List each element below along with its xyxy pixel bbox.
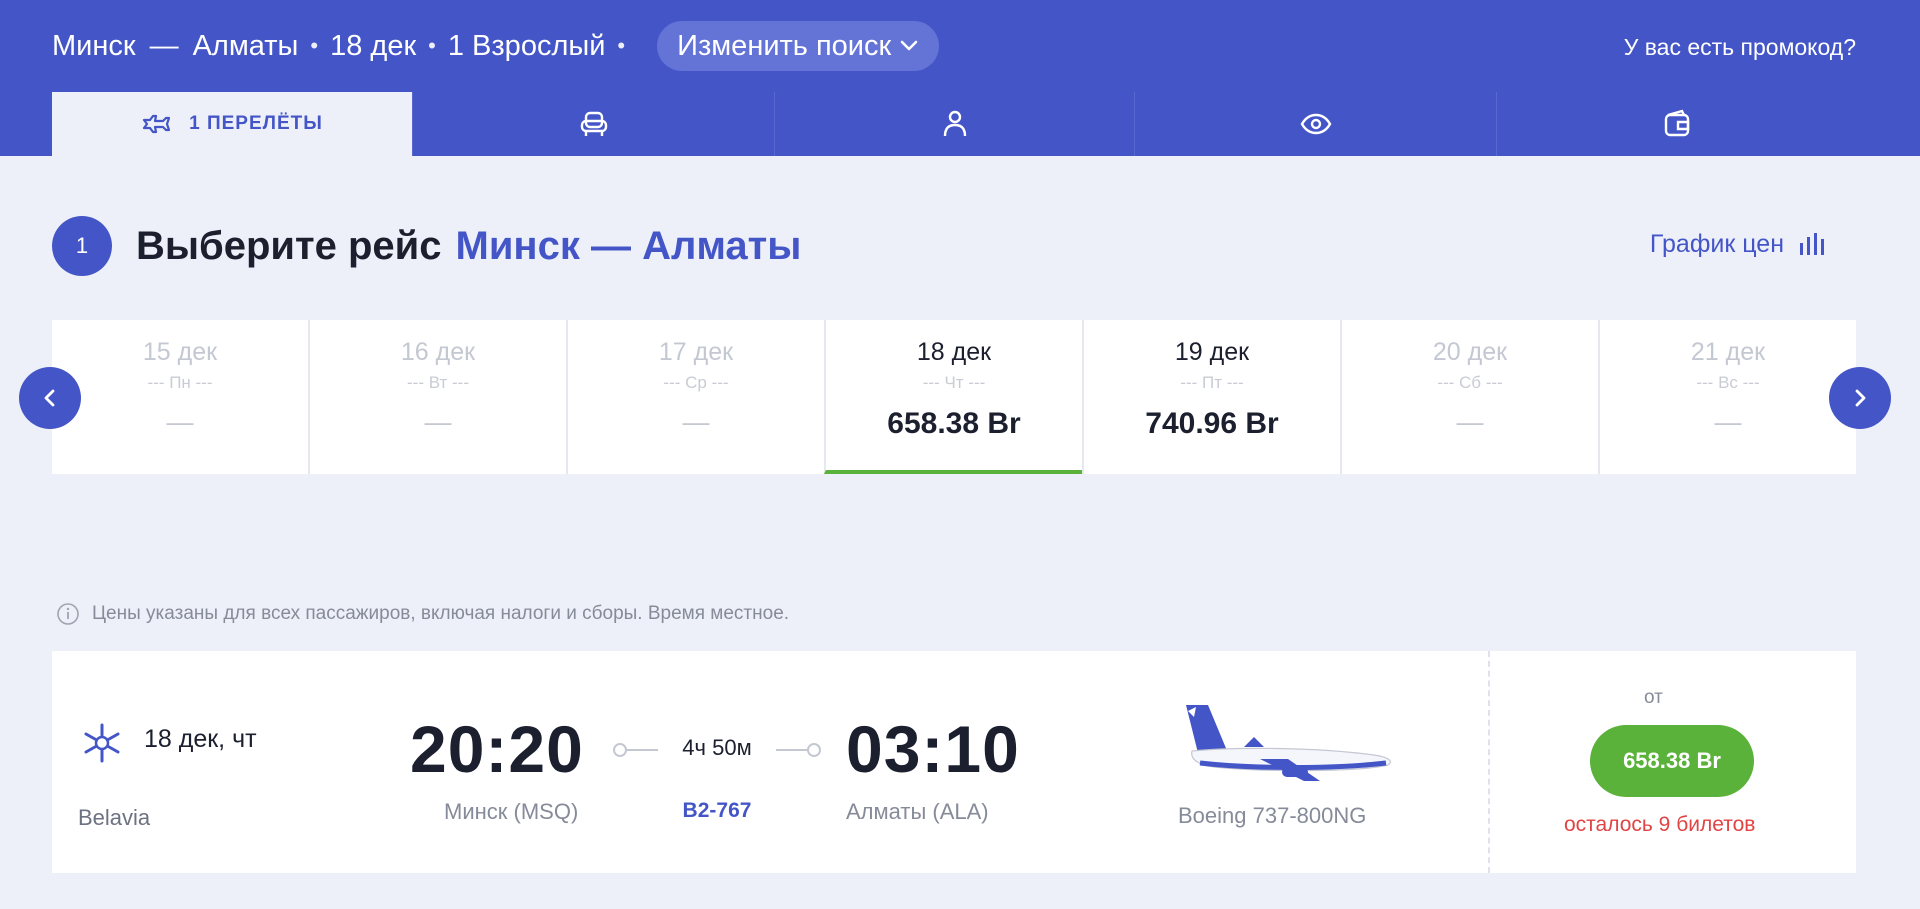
departure-time: 20:20 [410,712,584,786]
card-divider [1488,651,1490,873]
promo-code-link[interactable]: У вас есть промокод? [1624,34,1856,61]
weekday-label: --- Чт --- [922,373,986,392]
price-graph-label: График цен [1649,229,1784,258]
date-cell[interactable]: 19 дек --- Пт --- 740.96 Br [1082,320,1340,474]
date-price: — [424,407,452,437]
passenger-icon [943,110,967,137]
belavia-logo-icon [84,723,120,763]
aircraft-type: Boeing 737-800NG [1178,803,1367,828]
booking-steps-tabs: 1 ПЕРЕЛЁТЫ [0,92,1920,156]
arrival-time: 03:10 [846,712,1020,786]
info-icon [57,603,79,625]
duration-text: 4ч 50м [682,735,752,760]
chevron-right-icon [1855,389,1866,407]
date-price: 658.38 Br [887,407,1021,440]
tab-flights-label: 1 ПЕРЕЛЁТЫ [189,113,323,134]
date-label: 21 дек [1690,338,1766,366]
weekday-label: --- Сб --- [1437,373,1503,392]
date-selector: 15 дек --- Пн --- — 16 дек --- Вт --- — … [52,320,1856,474]
bullet-separator: • [310,33,319,58]
date-label: 16 дек [400,338,476,366]
tab-payment[interactable] [1496,92,1857,156]
change-search-label: Изменить поиск [677,29,892,62]
flight-date: 18 дек, чт [144,725,257,753]
wallet-icon [1664,109,1690,137]
route-dash: — [149,29,179,62]
date-cell-selected[interactable]: 18 дек --- Чт --- 658.38 Br [824,320,1082,474]
change-search-button[interactable]: Изменить поиск [657,21,940,71]
page-title-text: Выберите рейс [136,223,442,268]
top-bar: Минск — Алматы • 18 дек • 1 Взрослый • И… [0,0,1920,92]
price-info-text: Цены указаны для всех пассажиров, включа… [92,603,790,624]
date-price: — [1714,407,1742,437]
eye-icon [1300,113,1332,135]
weekday-label: --- Ср --- [663,373,729,392]
tab-review[interactable] [1134,92,1497,156]
date-label: 15 дек [142,338,218,366]
chevron-down-icon [900,40,918,51]
date-price: — [1456,407,1484,437]
date-price: — [682,407,710,437]
date-label: 17 дек [658,338,734,366]
tab-seats[interactable] [412,92,775,156]
plane-icon [143,114,171,134]
prev-dates-button[interactable] [19,367,81,429]
tab-passengers[interactable] [774,92,1135,156]
bar-chart-icon [1800,233,1824,255]
arrival-airport: Алматы (ALA) [846,799,989,824]
page-title: Выберите рейс Минск — Алматы [136,216,801,276]
flight-number-link[interactable]: B2-767 [608,799,826,823]
search-date: 18 дек [330,29,417,62]
select-price-button[interactable]: 658.38 Br [1590,725,1754,797]
date-cell[interactable]: 21 дек --- Вс --- — [1598,320,1856,474]
search-summary: Минск — Алматы • 18 дек • 1 Взрослый • И… [52,21,940,71]
destination-city: Алматы [192,29,299,62]
weekday-label: --- Пт --- [1180,373,1244,392]
tickets-left-text: осталось 9 билетов [1564,813,1756,836]
departure-airport: Минск (MSQ) [444,799,579,824]
aircraft-image-icon [1186,705,1391,781]
date-label: 20 дек [1432,338,1508,366]
date-label: 18 дек [916,338,992,366]
passenger-count: 1 Взрослый [447,29,606,62]
date-cell[interactable]: 15 дек --- Пн --- — [52,320,308,474]
price-info-note: Цены указаны для всех пассажиров, включа… [56,600,789,628]
next-dates-button[interactable] [1829,367,1891,429]
date-label: 19 дек [1174,338,1250,366]
flight-duration: 4ч 50м [608,735,826,765]
airline-name: Belavia [78,805,151,830]
date-cell[interactable]: 20 дек --- Сб --- — [1340,320,1598,474]
flight-card[interactable]: 18 дек, чт Belavia 20:20 Минск (MSQ) 4ч … [52,651,1856,873]
weekday-label: --- Пн --- [147,373,213,392]
weekday-label: --- Вт --- [407,373,469,392]
tab-flights[interactable]: 1 ПЕРЕЛЁТЫ [52,92,412,156]
price-graph-link[interactable]: График цен [1650,224,1828,264]
origin-city: Минск [52,29,136,62]
page-title-route: Минск — Алматы [455,223,802,268]
step-number-badge: 1 [52,216,112,276]
weekday-label: --- Вс --- [1696,373,1760,392]
price-from-label: от [1644,687,1663,708]
chevron-left-icon [44,389,55,407]
bullet-separator: • [617,33,626,58]
date-cell[interactable]: 17 дек --- Ср --- — [566,320,824,474]
date-cell[interactable]: 16 дек --- Вт --- — [308,320,566,474]
seat-icon [580,111,608,136]
date-price: — [166,407,194,437]
date-price: 740.96 Br [1145,407,1279,440]
bullet-separator: • [428,33,436,58]
